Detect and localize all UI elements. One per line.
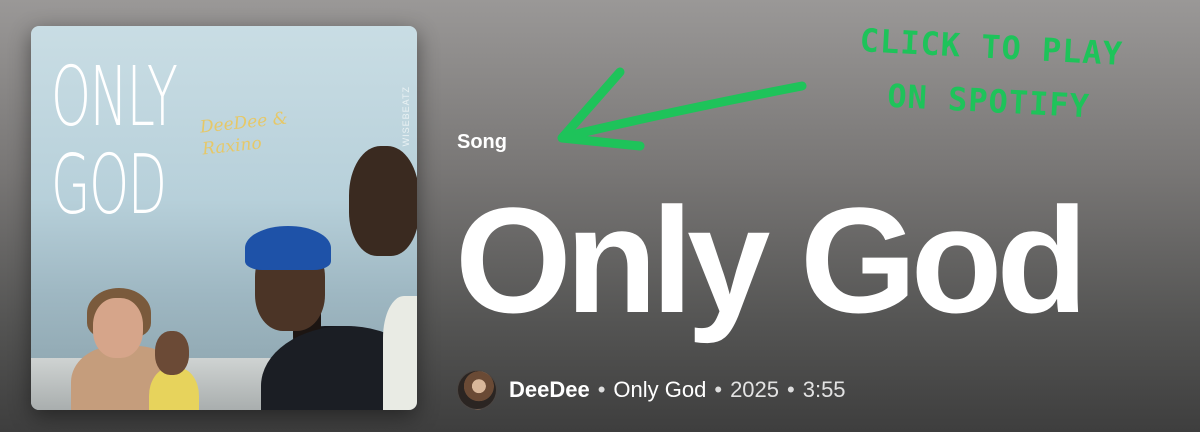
- play-annotation: Click to play on Spotify: [797, 10, 1182, 138]
- item-type-label: Song: [457, 131, 507, 153]
- artist-link[interactable]: DeeDee: [509, 377, 590, 403]
- cover-figure: [93, 298, 143, 358]
- album-cover[interactable]: ONLY GOD DeeDee & Raxino WISEBEATZ: [31, 26, 417, 410]
- separator-dot: •: [714, 377, 723, 402]
- cover-figure: [155, 331, 189, 375]
- song-title: Only God: [455, 176, 1088, 344]
- separator-dot: •: [597, 377, 606, 402]
- separator-dot: •: [787, 377, 795, 402]
- cover-title-line: ONLY: [51, 50, 178, 145]
- cover-figure: [245, 226, 331, 270]
- cover-title-line: GOD: [51, 138, 167, 233]
- cover-artists: DeeDee & Raxino: [199, 108, 291, 161]
- cover-title: ONLY GOD: [51, 50, 178, 233]
- song-duration: 3:55: [802, 377, 846, 402]
- cover-figure: [349, 146, 417, 256]
- release-year: 2025: [730, 377, 780, 402]
- cover-figure: [383, 296, 417, 410]
- artist-avatar[interactable]: [457, 370, 497, 410]
- song-meta: DeeDee • Only God • 2025 • 3:55: [457, 368, 846, 412]
- cover-producer: WISEBEATZ: [401, 86, 411, 147]
- arrow-icon: [557, 67, 807, 151]
- album-link[interactable]: Only God: [613, 377, 706, 403]
